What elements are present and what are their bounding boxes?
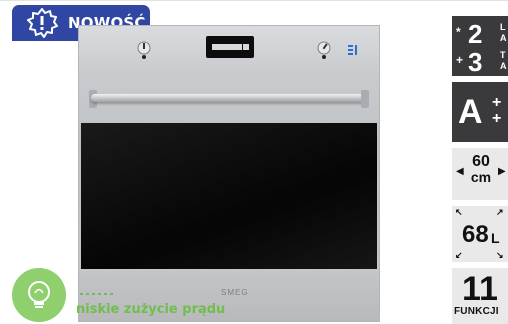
feature-tile-classes: * 2 L A + 3 T A [452, 16, 508, 76]
width-value: 60 [472, 153, 490, 170]
corner-arrow-icon: ↙ [455, 250, 463, 260]
volume-unit: L [491, 230, 500, 246]
oven-handle [91, 94, 367, 102]
class-row-2: + 3 T A [456, 47, 507, 76]
right-knob-icon [317, 41, 331, 59]
energy-plus-1: + [492, 94, 502, 111]
energy-plus-2: + [492, 110, 502, 127]
mode-indicator-icon [348, 45, 357, 55]
exclamation-burst-icon [27, 8, 58, 38]
feature-tile-width: ◀ 60 cm ▶ [452, 148, 508, 200]
oven-door-window [81, 123, 377, 269]
handle-right-mount [361, 90, 369, 108]
oven-image[interactable]: SMEG [78, 25, 380, 322]
feature-tile-energy-class: A + + [452, 82, 508, 142]
arrow-left-icon: ◀ [456, 166, 464, 177]
volume-value: 68 [462, 221, 489, 248]
corner-arrow-icon: ↘ [496, 250, 504, 260]
class-row-1: * 2 L A [456, 19, 507, 49]
lightbulb-icon [28, 281, 50, 308]
corner-arrow-icon: ↗ [496, 207, 504, 217]
functions-count: 11 [462, 270, 498, 308]
energy-note: niskie zużycie prądu [76, 302, 226, 317]
width-unit: cm [470, 169, 492, 185]
eco-divider [80, 293, 116, 295]
left-knob-icon [137, 41, 151, 59]
feature-tile-functions: 11 FUNKCJI [452, 268, 508, 324]
eco-badge [12, 268, 66, 322]
corner-arrow-icon: ↖ [455, 207, 463, 217]
arrow-right-icon: ▶ [498, 166, 506, 177]
oven-display [206, 36, 254, 58]
feature-tile-volume: ↖ ↗ ↙ ↘ 68 L [452, 206, 508, 262]
functions-label: FUNKCJI [454, 306, 499, 317]
energy-class-letter: A [458, 93, 483, 131]
top-divider [0, 0, 508, 1]
oven-brand-label: SMEG [221, 288, 249, 297]
